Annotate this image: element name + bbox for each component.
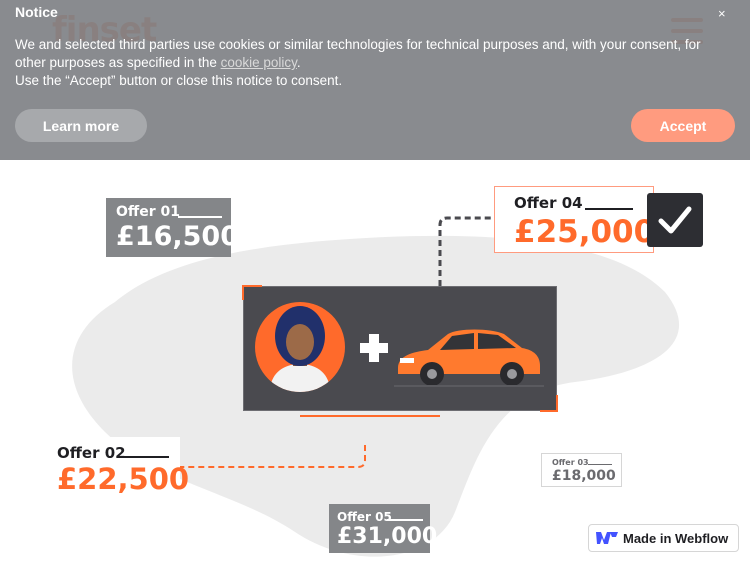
offer-amount: £22,500: [57, 462, 190, 496]
offer-card-02: Offer 02 £22,500: [47, 437, 189, 499]
offer-label: Offer 03: [552, 458, 589, 467]
made-in-webflow-badge[interactable]: Made in Webflow: [588, 524, 739, 552]
offer-label: Offer 05: [337, 510, 392, 524]
webflow-logo-icon: [596, 532, 618, 544]
offer-rule: [123, 456, 169, 458]
cookie-notice: Notice × We and selected third parties u…: [0, 0, 750, 160]
offer-rule: [588, 464, 612, 465]
offer-card-05: Offer 05 £31,000: [329, 504, 437, 553]
notice-text: We and selected third parties use cookie…: [15, 36, 735, 90]
page: finset Offer 01 £16,500 Offer 04 £25,000: [0, 0, 750, 563]
car-icon: [394, 329, 544, 387]
cookie-policy-link[interactable]: cookie policy: [221, 55, 297, 70]
offer-label: Offer 02: [57, 444, 126, 462]
offer-amount: £31,000: [337, 524, 438, 549]
notice-text-period: .: [296, 55, 301, 70]
person-avatar-icon: [255, 302, 345, 392]
notice-text-line2: Use the “Accept” button or close this no…: [15, 73, 343, 88]
offer-rule: [387, 519, 423, 521]
close-icon[interactable]: ×: [718, 6, 726, 21]
plus-icon: [360, 334, 388, 362]
learn-more-button[interactable]: Learn more: [15, 109, 147, 142]
accept-button[interactable]: Accept: [631, 109, 735, 142]
offer-card-03: Offer 03 £18,000: [541, 453, 622, 487]
webflow-badge-label: Made in Webflow: [623, 531, 729, 546]
notice-title: Notice: [15, 4, 58, 20]
notice-text-part: We and selected third parties use cookie…: [15, 37, 701, 70]
offer-amount: £18,000: [552, 468, 616, 484]
